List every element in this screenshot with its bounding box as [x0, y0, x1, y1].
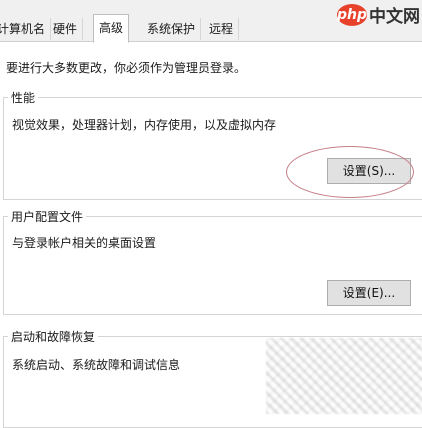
performance-title: 性能	[8, 89, 39, 106]
tab-bar: 计算机名 硬件 高级 系统保护 远程 php 中文网	[0, 0, 422, 43]
user-profiles-settings-button[interactable]: 设置(E)...	[327, 280, 411, 306]
tab-hardware[interactable]: 硬件	[48, 18, 84, 40]
user-profiles-title: 用户配置文件	[8, 208, 87, 225]
performance-description: 视觉效果，处理器计划，内存使用，以及虚拟内存	[12, 118, 277, 132]
php-logo-icon: php	[337, 3, 367, 26]
tab-advanced[interactable]: 高级	[93, 14, 130, 43]
admin-notice: 要进行大多数更改，你必须作为管理员登录。	[6, 61, 247, 75]
logo-text: 中文网	[369, 7, 420, 27]
blurred-region	[266, 338, 422, 414]
startup-recovery-description: 系统启动、系统故障和调试信息	[12, 358, 181, 372]
tab-system-protection[interactable]: 系统保护	[142, 18, 202, 40]
tab-remote[interactable]: 远程	[204, 18, 240, 40]
startup-recovery-title: 启动和故障恢复	[8, 328, 99, 345]
site-watermark-logo: php 中文网	[337, 2, 420, 27]
user-profiles-description: 与登录帐户相关的桌面设置	[12, 236, 157, 250]
tab-computer-name[interactable]: 计算机名	[0, 18, 52, 40]
highlight-ellipse	[286, 146, 414, 198]
